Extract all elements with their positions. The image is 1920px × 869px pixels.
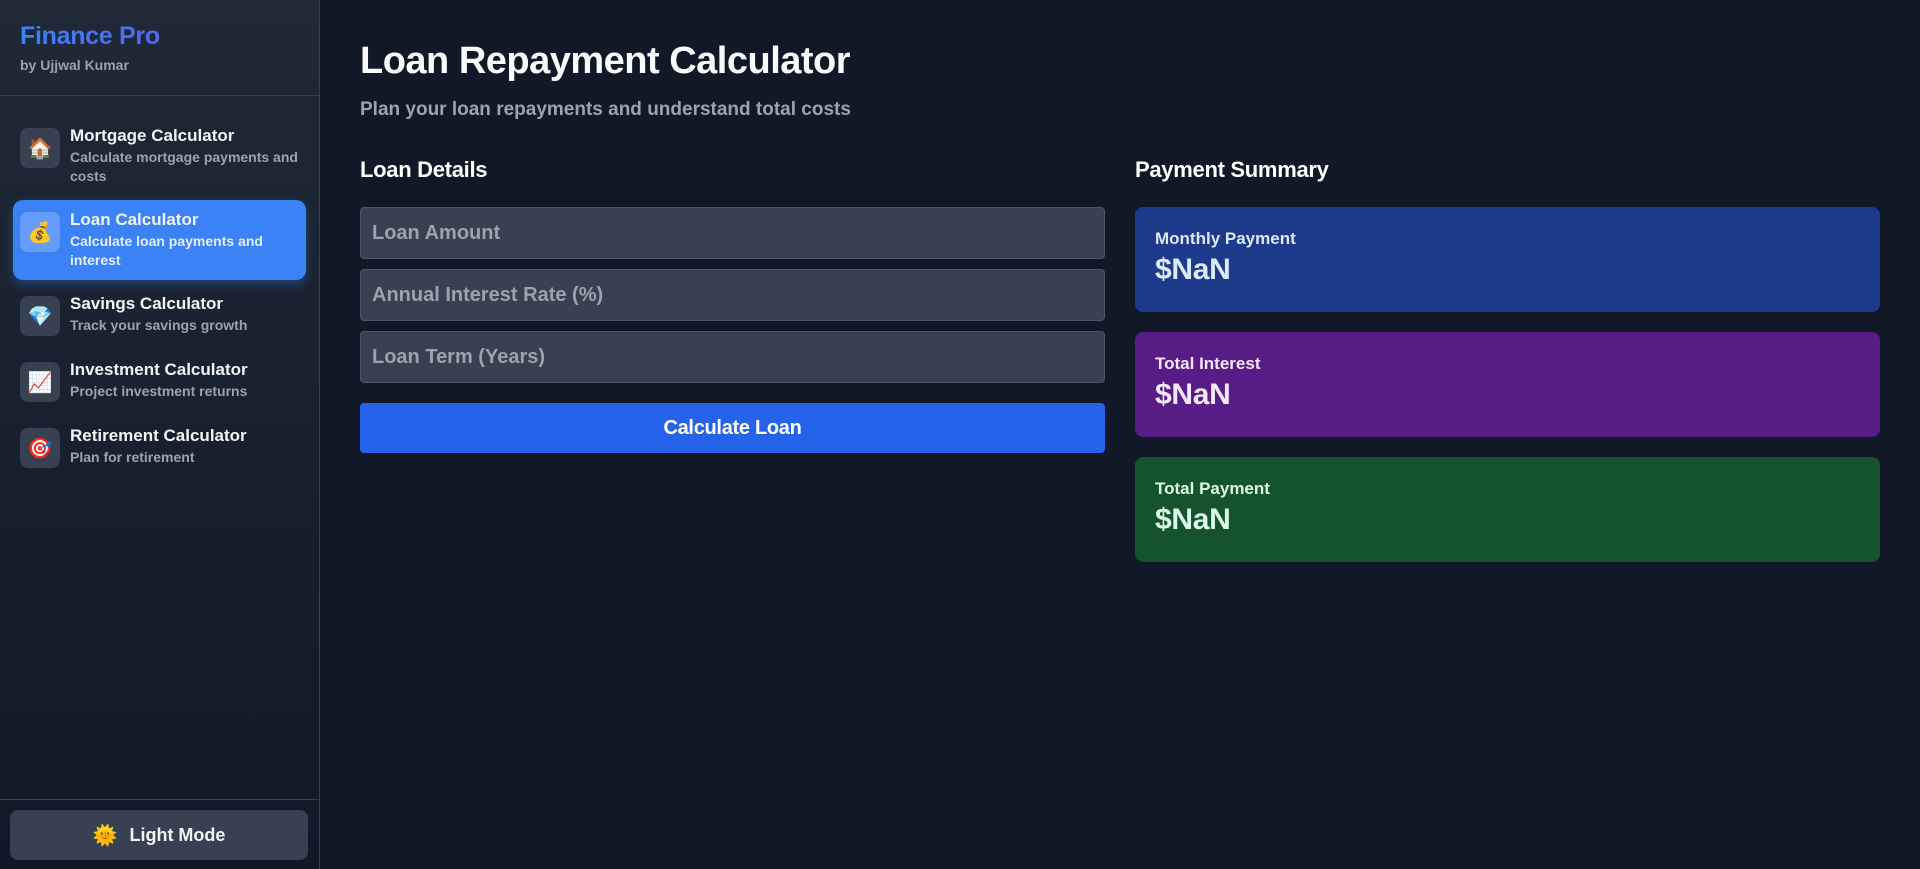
sidebar-item-loan[interactable]: 💰 Loan Calculator Calculate loan payment… xyxy=(13,200,306,280)
sun-icon: 🌞 xyxy=(92,824,118,847)
monthly-payment-value: $NaN xyxy=(1155,253,1231,286)
sidebar-item-desc: Track your savings growth xyxy=(70,317,248,333)
sidebar-item-desc: Project investment returns xyxy=(70,383,248,399)
brand: Finance Pro by Ujjwal Kumar xyxy=(0,0,319,96)
sidebar-nav: 🏠 Mortgage Calculator Calculate mortgage… xyxy=(0,96,319,482)
total-interest-value: $NaN xyxy=(1155,378,1231,411)
calculator-grid: Loan Details Calculate Loan Payment Summ… xyxy=(360,157,1880,582)
sidebar-item-desc: Calculate loan payments and interest xyxy=(70,233,263,268)
money-bag-icon: 💰 xyxy=(20,212,60,252)
loan-term-field xyxy=(360,331,1105,383)
monthly-payment-card: Monthly Payment $NaN xyxy=(1135,207,1880,312)
interest-rate-field xyxy=(360,269,1105,321)
total-payment-label: Total Payment xyxy=(1155,479,1270,498)
sidebar-item-investment[interactable]: 📈 Investment Calculator Project investme… xyxy=(13,350,306,412)
payment-summary-title: Payment Summary xyxy=(1135,157,1329,182)
total-payment-card: Total Payment $NaN xyxy=(1135,457,1880,562)
sidebar-item-label: Mortgage Calculator xyxy=(70,126,235,145)
sidebar-item-retirement[interactable]: 🎯 Retirement Calculator Plan for retirem… xyxy=(13,416,306,478)
theme-toggle-label: Light Mode xyxy=(129,824,226,845)
target-icon: 🎯 xyxy=(20,428,60,468)
total-payment-value: $NaN xyxy=(1155,503,1231,536)
sidebar-footer: 🌞 Light Mode xyxy=(0,799,319,869)
page-subtitle: Plan your loan repayments and understand… xyxy=(360,99,851,120)
monthly-payment-label: Monthly Payment xyxy=(1155,229,1296,248)
interest-rate-input[interactable] xyxy=(372,283,1093,307)
chart-increasing-icon: 📈 xyxy=(20,362,60,402)
loan-amount-field xyxy=(360,207,1105,259)
sidebar-item-desc: Plan for retirement xyxy=(70,449,195,465)
theme-toggle-button[interactable]: 🌞 Light Mode xyxy=(10,810,308,860)
loan-details-section: Loan Details Calculate Loan xyxy=(360,157,1105,582)
sidebar-item-savings[interactable]: 💎 Savings Calculator Track your savings … xyxy=(13,284,306,346)
loan-amount-input[interactable] xyxy=(372,221,1093,245)
sidebar-item-desc: Calculate mortgage payments and costs xyxy=(70,149,298,184)
brand-title: Finance Pro xyxy=(20,22,299,51)
house-icon: 🏠 xyxy=(20,128,60,168)
sidebar-item-mortgage[interactable]: 🏠 Mortgage Calculator Calculate mortgage… xyxy=(13,116,306,196)
sidebar-item-label: Loan Calculator xyxy=(70,210,199,229)
gem-icon: 💎 xyxy=(20,296,60,336)
page-title: Loan Repayment Calculator xyxy=(360,40,851,82)
main-content: Loan Repayment Calculator Plan your loan… xyxy=(320,0,1920,869)
payment-summary-section: Payment Summary Monthly Payment $NaN Tot… xyxy=(1135,157,1880,582)
total-interest-card: Total Interest $NaN xyxy=(1135,332,1880,437)
sidebar-item-label: Retirement Calculator xyxy=(70,426,247,445)
brand-subtitle: by Ujjwal Kumar xyxy=(20,57,129,73)
sidebar-item-label: Investment Calculator xyxy=(70,360,248,379)
loan-term-input[interactable] xyxy=(372,345,1093,369)
sidebar: Finance Pro by Ujjwal Kumar 🏠 Mortgage C… xyxy=(0,0,320,869)
total-interest-label: Total Interest xyxy=(1155,354,1261,373)
sidebar-item-label: Savings Calculator xyxy=(70,294,224,313)
loan-details-title: Loan Details xyxy=(360,157,488,182)
calculate-loan-button[interactable]: Calculate Loan xyxy=(360,403,1105,453)
